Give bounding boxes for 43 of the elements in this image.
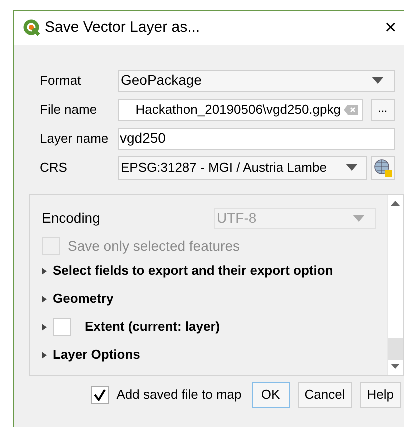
scroll-up-icon[interactable] xyxy=(391,201,400,206)
checkbox-label: Add saved file to map xyxy=(116,386,242,404)
field-label: File name xyxy=(40,100,98,119)
collapsible-section[interactable]: Layer Options xyxy=(42,341,387,369)
projection-button[interactable] xyxy=(371,156,395,180)
field-label: CRS xyxy=(40,158,68,177)
collapsible-section[interactable]: Geometry xyxy=(42,285,387,313)
scrollbar-thumb[interactable] xyxy=(388,338,403,360)
checkbox-label: Save only selected features xyxy=(68,236,240,256)
collapsible-section[interactable]: Extent (current: layer) xyxy=(42,313,387,341)
section-title: Geometry xyxy=(53,290,114,308)
browse-button[interactable]: ... xyxy=(371,98,395,120)
dialog-button[interactable]: Cancel xyxy=(298,382,352,408)
dialog-button[interactable]: OK xyxy=(252,382,290,408)
field-label: Layer name xyxy=(40,130,110,148)
scrollbar[interactable] xyxy=(387,195,403,375)
globe-icon xyxy=(374,158,392,176)
crs-dropdown[interactable]: EPSG:31287 - MGI / Austria Lambe xyxy=(118,156,367,180)
section-title: Select fields to export and their export option xyxy=(53,262,334,280)
checkbox[interactable] xyxy=(90,386,109,404)
encoding-label: Encoding xyxy=(42,208,102,228)
dropdown-arrow-icon xyxy=(353,214,365,222)
dropdown-arrow-icon xyxy=(346,164,358,171)
dialog-button[interactable]: Help xyxy=(360,382,401,408)
expand-arrow-icon xyxy=(42,352,47,358)
check-icon xyxy=(94,389,106,401)
app-logo-icon xyxy=(23,19,41,37)
section-title: Layer Options xyxy=(53,346,140,364)
file-name-field[interactable]: Hackathon_20190506\vgd250.gpkg xyxy=(118,98,363,120)
scroll-down-icon[interactable] xyxy=(391,364,400,369)
window-title: Save Vector Layer as... xyxy=(45,18,202,38)
collapsible-section[interactable]: Select fields to export and their export option xyxy=(42,257,387,285)
section-title: Extent (current: layer) xyxy=(85,318,220,336)
expand-arrow-icon xyxy=(42,268,47,274)
expand-arrow-icon xyxy=(42,296,47,302)
dropdown-arrow-icon xyxy=(372,77,384,84)
expand-arrow-icon xyxy=(42,324,47,330)
format-dropdown[interactable]: GeoPackage xyxy=(118,70,395,92)
field-label: Format xyxy=(40,72,82,90)
layer-name-field[interactable]: vgd250 xyxy=(118,128,395,150)
close-button[interactable]: × xyxy=(380,18,402,38)
clear-icon[interactable] xyxy=(344,104,358,114)
checkbox[interactable] xyxy=(53,318,71,336)
